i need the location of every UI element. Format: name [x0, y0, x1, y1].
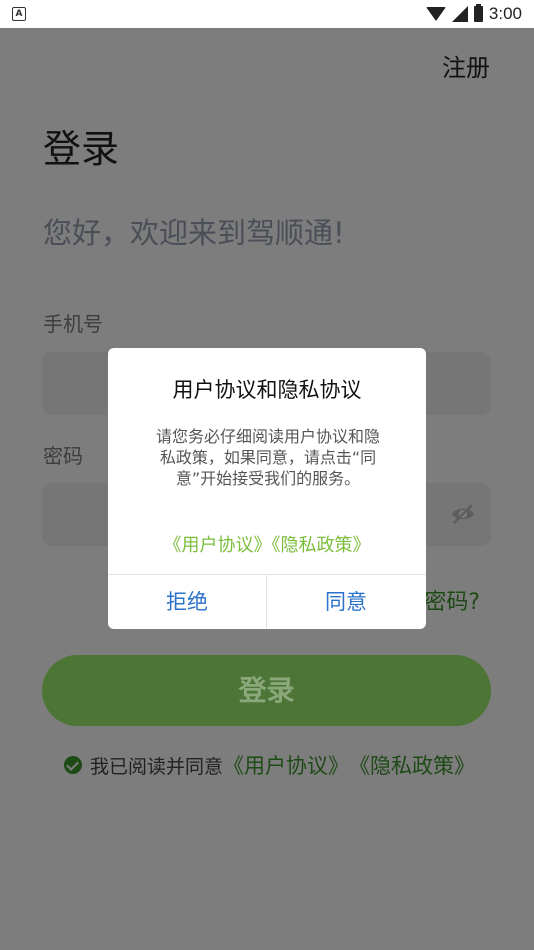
- agreement-row: 我已阅读并同意 《用户协议》 《隐私政策》: [64, 750, 475, 780]
- reject-button[interactable]: 拒绝: [108, 575, 266, 629]
- notification-a-icon: A: [12, 7, 26, 21]
- forgot-password-link[interactable]: 密码?: [424, 584, 480, 616]
- status-bar: A 3:00: [0, 0, 534, 28]
- dialog-privacy-policy-link[interactable]: 《隐私政策》: [272, 535, 371, 556]
- wifi-icon: [425, 7, 446, 21]
- login-button[interactable]: 登录: [42, 655, 491, 726]
- status-time: 3:00: [488, 4, 522, 23]
- battery-icon: [473, 4, 483, 22]
- dialog-user-agreement-link[interactable]: 《用户协议》: [164, 535, 272, 556]
- dialog-links: 《用户协议》《隐私政策》: [108, 531, 426, 557]
- page-title: 登录: [43, 127, 120, 171]
- welcome-text: 您好，欢迎来到驾顺通!: [43, 216, 345, 250]
- privacy-policy-link[interactable]: 《隐私政策》: [349, 750, 475, 780]
- check-circle-icon[interactable]: [64, 756, 82, 774]
- agreement-dialog: 用户协议和隐私协议 请您务必仔细阅读用户协议和隐私政策，如果同意，请点击“同意”…: [108, 348, 426, 629]
- agree-button[interactable]: 同意: [267, 575, 425, 629]
- status-right: 3:00: [425, 4, 522, 24]
- phone-label: 手机号: [43, 312, 103, 336]
- signal-icon: [451, 6, 468, 22]
- agreement-text: 我已阅读并同意: [90, 755, 224, 778]
- register-link[interactable]: 注册: [442, 48, 490, 83]
- dialog-body: 请您务必仔细阅读用户协议和隐私政策，如果同意，请点击“同意”开始接受我们的服务。: [155, 427, 380, 488]
- dialog-title: 用户协议和隐私协议: [172, 378, 362, 402]
- eye-off-icon[interactable]: [450, 503, 476, 525]
- user-agreement-link[interactable]: 《用户协议》: [223, 750, 349, 780]
- status-left: A: [12, 7, 26, 21]
- password-label: 密码: [43, 444, 83, 468]
